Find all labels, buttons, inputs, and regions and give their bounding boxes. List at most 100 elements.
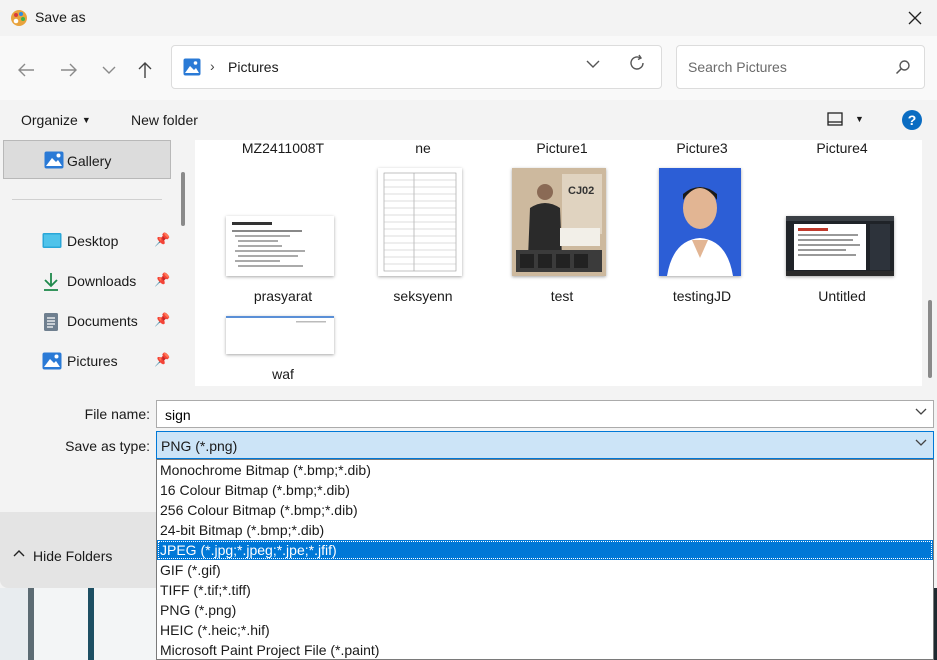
sidebar-scrollbar[interactable] (181, 172, 185, 226)
file-item-prasyarat[interactable]: prasyarat (213, 288, 353, 304)
breadcrumb-pictures[interactable]: Pictures (228, 59, 279, 75)
type-option-label: 256 Colour Bitmap (*.bmp;*.dib) (160, 502, 358, 518)
file-item-waf[interactable]: waf (213, 366, 353, 382)
file-item-seksyenn[interactable]: seksyenn (353, 288, 493, 304)
type-option-label: Microsoft Paint Project File (*.paint) (160, 642, 380, 658)
pin-icon[interactable]: 📌 (154, 352, 170, 368)
chevron-down-icon[interactable] (915, 407, 927, 419)
help-button[interactable]: ? (902, 110, 922, 130)
hide-folders-button[interactable]: Hide Folders (0, 512, 160, 588)
window-title: Save as (35, 9, 86, 25)
hide-folders-label: Hide Folders (33, 548, 113, 564)
type-option[interactable]: 256 Colour Bitmap (*.bmp;*.dib) (157, 500, 933, 520)
file-name-combobox[interactable] (156, 400, 934, 428)
thumbnail-waf[interactable] (226, 316, 334, 354)
file-item-ne[interactable]: ne (353, 140, 493, 156)
recent-locations-button[interactable] (97, 58, 121, 82)
close-icon (908, 11, 922, 25)
download-icon (44, 273, 58, 291)
background-window-strip (0, 585, 175, 660)
chevron-down-icon (586, 60, 600, 68)
spreadsheet-preview-icon (383, 172, 457, 272)
sidebar-item-pictures[interactable]: Pictures 📌 (0, 346, 175, 376)
type-option[interactable]: GIF (*.gif) (157, 560, 933, 580)
view-pane-icon[interactable] (827, 112, 843, 126)
navigation-bar: › Pictures (0, 36, 937, 100)
file-item-test[interactable]: test (492, 288, 632, 304)
thumbnail-test[interactable]: CJ02 (512, 168, 606, 276)
close-button[interactable] (893, 0, 937, 36)
sidebar-item-desktop[interactable]: Desktop 📌 (0, 226, 175, 256)
sidebar-item-downloads[interactable]: Downloads 📌 (0, 266, 175, 296)
thumbnail-testingjd[interactable] (659, 168, 741, 276)
type-option-selected[interactable]: JPEG (*.jpg;*.jpeg;*.jpe;*.jfif) (157, 540, 933, 560)
file-item-testingjd[interactable]: testingJD (632, 288, 772, 304)
svg-text:CJ02: CJ02 (568, 185, 594, 197)
file-item-mz2411008t[interactable]: MZ2411008T (213, 140, 353, 156)
file-name-input[interactable] (163, 406, 867, 424)
new-folder-button[interactable]: New folder (131, 112, 198, 128)
chevron-down-icon (102, 66, 116, 74)
type-option[interactable]: Microsoft Paint Project File (*.paint) (157, 640, 933, 660)
sidebar-item-label: Desktop (67, 233, 119, 249)
chevron-up-icon (13, 548, 25, 560)
command-bar: Organize ▼ New folder ▼ ? (0, 100, 937, 140)
thumbnail-untitled[interactable] (786, 216, 894, 276)
type-option[interactable]: 24-bit Bitmap (*.bmp;*.dib) (157, 520, 933, 540)
organize-button[interactable]: Organize ▼ (21, 112, 91, 128)
file-item-picture1[interactable]: Picture1 (492, 140, 632, 156)
document-preview-icon (226, 316, 334, 323)
sidebar-item-gallery[interactable]: Gallery (3, 140, 171, 179)
navigation-pane: Gallery Desktop 📌 Downloads 📌 Documents … (0, 140, 175, 386)
save-type-label: Save as type: (0, 438, 150, 454)
type-option[interactable]: HEIC (*.heic;*.hif) (157, 620, 933, 640)
search-icon (895, 60, 910, 75)
file-item-untitled[interactable]: Untitled (772, 288, 912, 304)
file-item-picture4[interactable]: Picture4 (772, 140, 912, 156)
type-option[interactable]: Monochrome Bitmap (*.bmp;*.dib) (157, 460, 933, 480)
search-input[interactable] (686, 58, 890, 76)
type-option[interactable]: TIFF (*.tif;*.tiff) (157, 580, 933, 600)
type-option-label: 24-bit Bitmap (*.bmp;*.dib) (160, 522, 325, 538)
view-options-caret-icon[interactable]: ▼ (855, 114, 864, 124)
thumbnail-prasyarat[interactable] (226, 216, 334, 276)
caret-down-icon: ▼ (81, 115, 91, 125)
pin-icon[interactable]: 📌 (154, 312, 170, 328)
forward-button[interactable] (57, 58, 81, 82)
type-option[interactable]: PNG (*.png) (157, 600, 933, 620)
file-item-picture3[interactable]: Picture3 (632, 140, 772, 156)
back-button[interactable] (14, 58, 38, 82)
address-dropdown-button[interactable] (586, 56, 600, 72)
type-option-label: JPEG (*.jpg;*.jpeg;*.jpe;*.jfif) (160, 542, 337, 558)
address-bar[interactable]: › Pictures (171, 45, 662, 89)
save-type-label-text: Save as type: (65, 438, 150, 454)
thumbnail-seksyenn[interactable] (378, 168, 462, 276)
photo-preview-icon: CJ02 (512, 168, 606, 276)
type-option-label: HEIC (*.heic;*.hif) (160, 622, 270, 638)
document-icon (44, 313, 58, 331)
sidebar-item-documents[interactable]: Documents 📌 (0, 306, 175, 336)
arrow-right-icon (61, 63, 77, 77)
type-option-label: TIFF (*.tif;*.tiff) (160, 582, 251, 598)
pin-icon[interactable]: 📌 (154, 232, 170, 248)
type-option-label: 16 Colour Bitmap (*.bmp;*.dib) (160, 482, 350, 498)
refresh-button[interactable] (628, 54, 646, 78)
file-view: MZ2411008T ne Picture1 Picture3 Picture4 (195, 140, 922, 386)
sidebar-item-label: Gallery (67, 153, 112, 169)
desktop-icon (42, 233, 62, 248)
title-bar: Save as (0, 0, 937, 36)
gallery-icon (44, 151, 64, 169)
refresh-icon (630, 54, 644, 70)
type-option-label: PNG (*.png) (160, 602, 237, 618)
pin-icon[interactable]: 📌 (154, 272, 170, 288)
picture-icon (42, 352, 62, 370)
arrow-left-icon (18, 63, 34, 77)
save-type-select[interactable]: PNG (*.png) (156, 431, 934, 459)
up-button[interactable] (133, 58, 157, 82)
type-option-label: Monochrome Bitmap (*.bmp;*.dib) (160, 462, 371, 478)
file-name-label-text: File name: (84, 406, 150, 422)
chevron-down-icon (915, 438, 927, 450)
search-box[interactable] (676, 45, 925, 89)
file-view-scrollbar[interactable] (928, 300, 932, 378)
type-option[interactable]: 16 Colour Bitmap (*.bmp;*.dib) (157, 480, 933, 500)
